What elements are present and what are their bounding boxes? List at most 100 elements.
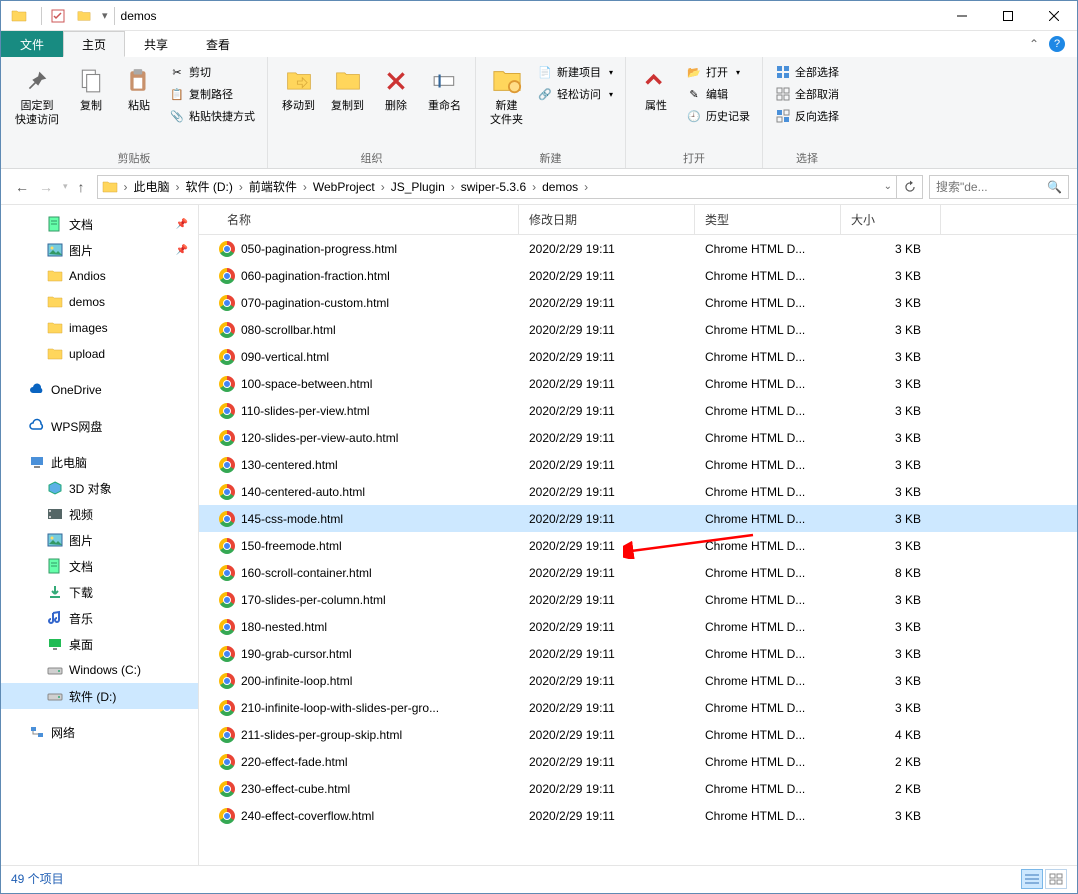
file-row[interactable]: 050-pagination-progress.html2020/2/29 19…	[199, 235, 1077, 262]
select-none-button[interactable]: 全部取消	[771, 83, 843, 105]
file-row[interactable]: 140-centered-auto.html2020/2/29 19:11Chr…	[199, 478, 1077, 505]
select-all-button[interactable]: 全部选择	[771, 61, 843, 83]
navigation-pane[interactable]: 文档📌图片📌Andiosdemosimagesupload OneDrive WPS…	[1, 205, 199, 865]
help-icon[interactable]: ?	[1049, 36, 1065, 52]
file-row[interactable]: 230-effect-cube.html2020/2/29 19:11Chrom…	[199, 775, 1077, 802]
file-row[interactable]: 060-pagination-fraction.html2020/2/29 19…	[199, 262, 1077, 289]
file-row[interactable]: 160-scroll-container.html2020/2/29 19:11…	[199, 559, 1077, 586]
close-button[interactable]	[1031, 1, 1077, 31]
tab-view[interactable]: 查看	[187, 31, 249, 57]
tab-file[interactable]: 文件	[1, 31, 63, 57]
qat-dropdown-icon[interactable]: ▾	[102, 9, 108, 22]
chevron-right-icon[interactable]: ›	[449, 180, 457, 194]
back-button[interactable]: ←	[15, 179, 29, 195]
sidebar-item[interactable]: Windows (C:)	[1, 657, 198, 683]
maximize-button[interactable]	[985, 1, 1031, 31]
properties-button[interactable]: 属性	[634, 61, 678, 117]
file-row[interactable]: 220-effect-fade.html2020/2/29 19:11Chrom…	[199, 748, 1077, 775]
sidebar-item[interactable]: Andios	[1, 263, 198, 289]
breadcrumb-item[interactable]: WebProject	[309, 180, 379, 194]
edit-button[interactable]: ✎编辑	[682, 83, 754, 105]
easy-access-button[interactable]: 🔗轻松访问▾	[533, 83, 617, 105]
address-dropdown-icon[interactable]: ⌄	[884, 181, 892, 192]
up-button[interactable]: ↑	[78, 179, 85, 195]
chevron-right-icon[interactable]: ›	[122, 180, 130, 194]
chevron-right-icon[interactable]: ›	[582, 180, 590, 194]
sidebar-item[interactable]: upload	[1, 341, 198, 367]
file-row[interactable]: 110-slides-per-view.html2020/2/29 19:11C…	[199, 397, 1077, 424]
tab-share[interactable]: 共享	[125, 31, 187, 57]
sidebar-item[interactable]: 视频	[1, 501, 198, 527]
sidebar-item[interactable]: WPS网盘	[1, 413, 198, 439]
sidebar-item[interactable]: 下载	[1, 579, 198, 605]
recent-dropdown-icon[interactable]: ▾	[63, 181, 68, 192]
paste-shortcut-button[interactable]: 📎粘贴快捷方式	[165, 105, 259, 127]
sidebar-item[interactable]: 软件 (D:)	[1, 683, 198, 709]
breadcrumb-item[interactable]: demos	[538, 180, 582, 194]
breadcrumb-item[interactable]: swiper-5.3.6	[457, 180, 530, 194]
sidebar-item[interactable]: 文档📌	[1, 211, 198, 237]
qat-properties-icon[interactable]	[48, 6, 68, 26]
file-row[interactable]: 130-centered.html2020/2/29 19:11Chrome H…	[199, 451, 1077, 478]
sidebar-item[interactable]: 3D 对象	[1, 475, 198, 501]
delete-button[interactable]: 删除	[374, 61, 418, 117]
history-button[interactable]: 🕘历史记录	[682, 105, 754, 127]
sidebar-item[interactable]: OneDrive	[1, 377, 198, 403]
file-row[interactable]: 211-slides-per-group-skip.html2020/2/29 …	[199, 721, 1077, 748]
file-row[interactable]: 070-pagination-custom.html2020/2/29 19:1…	[199, 289, 1077, 316]
cut-button[interactable]: ✂剪切	[165, 61, 259, 83]
breadcrumb-item[interactable]: JS_Plugin	[387, 180, 449, 194]
copy-button[interactable]: 复制	[69, 61, 113, 117]
sidebar-item[interactable]: images	[1, 315, 198, 341]
column-header-type[interactable]: 类型	[695, 205, 841, 234]
paste-button[interactable]: 粘贴	[117, 61, 161, 117]
view-large-icons-button[interactable]	[1045, 869, 1067, 889]
sidebar-item[interactable]: 此电脑	[1, 449, 198, 475]
refresh-button[interactable]	[897, 175, 923, 199]
file-row[interactable]: 100-space-between.html2020/2/29 19:11Chr…	[199, 370, 1077, 397]
file-row[interactable]: 180-nested.html2020/2/29 19:11Chrome HTM…	[199, 613, 1077, 640]
file-row[interactable]: 120-slides-per-view-auto.html2020/2/29 1…	[199, 424, 1077, 451]
file-row[interactable]: 145-css-mode.html2020/2/29 19:11Chrome H…	[199, 505, 1077, 532]
breadcrumb-item[interactable]: 此电脑	[130, 180, 174, 194]
open-button[interactable]: 📂打开▾	[682, 61, 754, 83]
copy-path-button[interactable]: 📋复制路径	[165, 83, 259, 105]
sidebar-item[interactable]: 网络	[1, 719, 198, 745]
column-header-date[interactable]: 修改日期	[519, 205, 695, 234]
ribbon-collapse-icon[interactable]: ⌃	[1029, 37, 1039, 51]
file-row[interactable]: 200-infinite-loop.html2020/2/29 19:11Chr…	[199, 667, 1077, 694]
sidebar-item[interactable]: 音乐	[1, 605, 198, 631]
search-icon[interactable]: 🔍	[1047, 180, 1062, 194]
file-list[interactable]: 050-pagination-progress.html2020/2/29 19…	[199, 235, 1077, 865]
view-details-button[interactable]	[1021, 869, 1043, 889]
copy-to-button[interactable]: 复制到	[325, 61, 370, 117]
file-row[interactable]: 240-effect-coverflow.html2020/2/29 19:11…	[199, 802, 1077, 829]
minimize-button[interactable]	[939, 1, 985, 31]
tab-home[interactable]: 主页	[63, 31, 125, 57]
new-folder-button[interactable]: 新建 文件夹	[484, 61, 529, 131]
search-field[interactable]	[936, 180, 1047, 194]
file-row[interactable]: 210-infinite-loop-with-slides-per-gro...…	[199, 694, 1077, 721]
sidebar-item[interactable]: 图片📌	[1, 237, 198, 263]
move-to-button[interactable]: 移动到	[276, 61, 321, 117]
new-item-button[interactable]: 📄新建项目▾	[533, 61, 617, 83]
sidebar-item[interactable]: 图片	[1, 527, 198, 553]
sidebar-item[interactable]: 文档	[1, 553, 198, 579]
chevron-right-icon[interactable]: ›	[379, 180, 387, 194]
file-row[interactable]: 090-vertical.html2020/2/29 19:11Chrome H…	[199, 343, 1077, 370]
invert-selection-button[interactable]: 反向选择	[771, 105, 843, 127]
sidebar-item[interactable]: demos	[1, 289, 198, 315]
sidebar-item[interactable]: 桌面	[1, 631, 198, 657]
search-input[interactable]: 🔍	[929, 175, 1069, 199]
file-row[interactable]: 190-grab-cursor.html2020/2/29 19:11Chrom…	[199, 640, 1077, 667]
file-row[interactable]: 080-scrollbar.html2020/2/29 19:11Chrome …	[199, 316, 1077, 343]
forward-button[interactable]: →	[39, 179, 53, 195]
folder-icon[interactable]	[74, 6, 94, 26]
chevron-right-icon[interactable]: ›	[174, 180, 182, 194]
rename-button[interactable]: 重命名	[422, 61, 467, 117]
file-row[interactable]: 150-freemode.html2020/2/29 19:11Chrome H…	[199, 532, 1077, 559]
chevron-right-icon[interactable]: ›	[530, 180, 538, 194]
breadcrumb-item[interactable]: 软件 (D:)	[182, 180, 237, 194]
column-header-name[interactable]: 名称	[199, 205, 519, 234]
chevron-right-icon[interactable]: ›	[301, 180, 309, 194]
